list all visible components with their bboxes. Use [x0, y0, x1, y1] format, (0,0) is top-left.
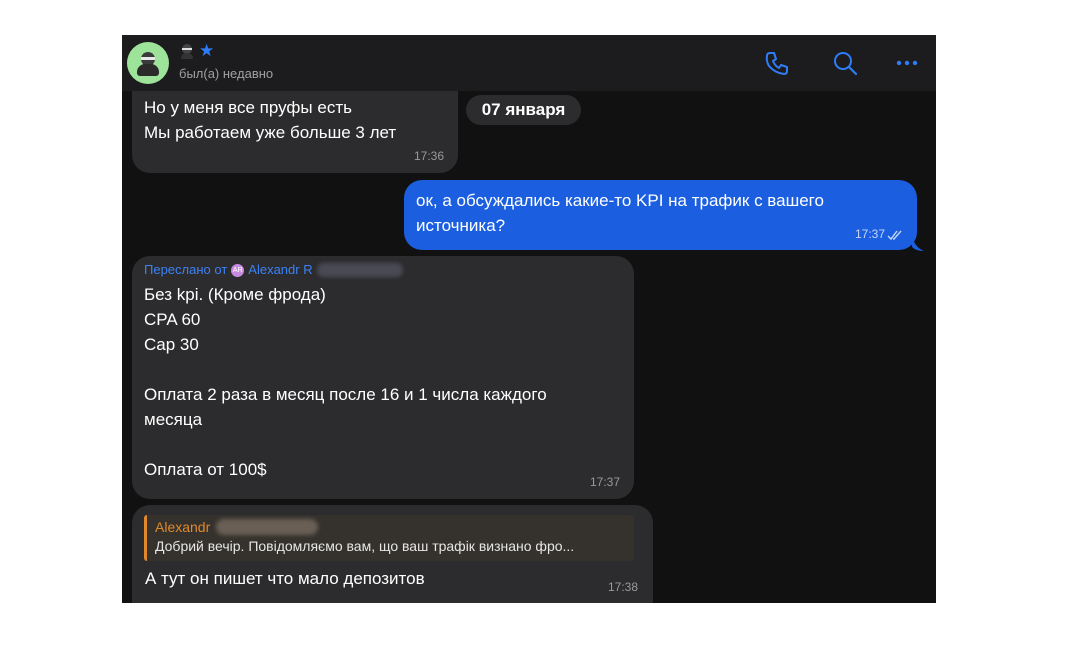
star-icon: ★: [199, 41, 215, 60]
ninja-emoji-icon: [179, 43, 195, 59]
reply-author: Alexandr: [155, 519, 211, 535]
message-line-empty: [144, 432, 622, 457]
contact-avatar[interactable]: [127, 42, 169, 84]
message-bubble-forwarded[interactable]: Переслано от AR Alexandr R Без kpi. (Кро…: [132, 256, 634, 499]
message-line: Но у меня все пруфы есть: [144, 98, 352, 117]
message-bubble-outgoing[interactable]: ок, а обсуждались какие-то KPI на трафик…: [404, 180, 917, 250]
redaction-blur: [216, 519, 319, 535]
search-icon[interactable]: [831, 49, 859, 77]
message-line: Оплата 2 раза в месяц после 16 и 1 числа…: [144, 385, 547, 404]
message-line: А тут он пишет что мало депозитов: [145, 569, 425, 588]
message-bubble-reply[interactable]: Alexandr Добрий вечір. Повідомляємо вам,…: [132, 505, 653, 603]
forwarded-label: Переслано от: [144, 262, 228, 277]
message-line-empty: [144, 357, 622, 382]
message-time: 17:37: [854, 227, 885, 241]
message-time: 17:36: [413, 149, 444, 163]
message-line: Без kpi. (Кроме фрода): [144, 285, 326, 304]
contact-status: был(а) недавно: [179, 66, 274, 81]
message-line: Мы работаем уже больше 3 лет: [144, 123, 397, 142]
message-line: Оплата от 100$: [144, 460, 267, 479]
message-line: ок, а обсуждались какие-то KPI на трафик…: [416, 191, 824, 210]
chat-header: ★ был(а) недавно: [122, 35, 936, 91]
more-icon[interactable]: [893, 49, 921, 77]
phone-icon[interactable]: [763, 49, 791, 77]
redaction-blur: [316, 263, 403, 277]
message-time: 17:38: [607, 580, 638, 594]
forwarded-avatar: AR: [231, 263, 245, 277]
forwarded-name: Alexandr R: [248, 262, 313, 277]
message-line: Cap 30: [144, 335, 199, 354]
reply-text: Добрий вечір. Повідомляємо вам, що ваш т…: [155, 538, 575, 554]
chat-window: ★ был(а) недавно Но у меня все пруфы ест…: [122, 35, 936, 603]
message-line: месяца: [144, 410, 203, 429]
forwarded-header[interactable]: Переслано от AR Alexandr R: [144, 262, 622, 278]
message-line: CPA 60: [144, 310, 201, 329]
double-check-icon: [887, 230, 902, 241]
contact-name[interactable]: ★: [179, 42, 214, 60]
reply-quote[interactable]: Alexandr Добрий вечір. Повідомляємо вам,…: [144, 515, 634, 561]
message-bubble-incoming[interactable]: Но у меня все пруфы есть Мы работаем уже…: [132, 91, 458, 173]
message-time: 17:37: [589, 475, 620, 489]
message-line: источника?: [416, 216, 506, 235]
date-separator: 07 января: [466, 95, 581, 125]
bubble-tail: [912, 235, 924, 251]
